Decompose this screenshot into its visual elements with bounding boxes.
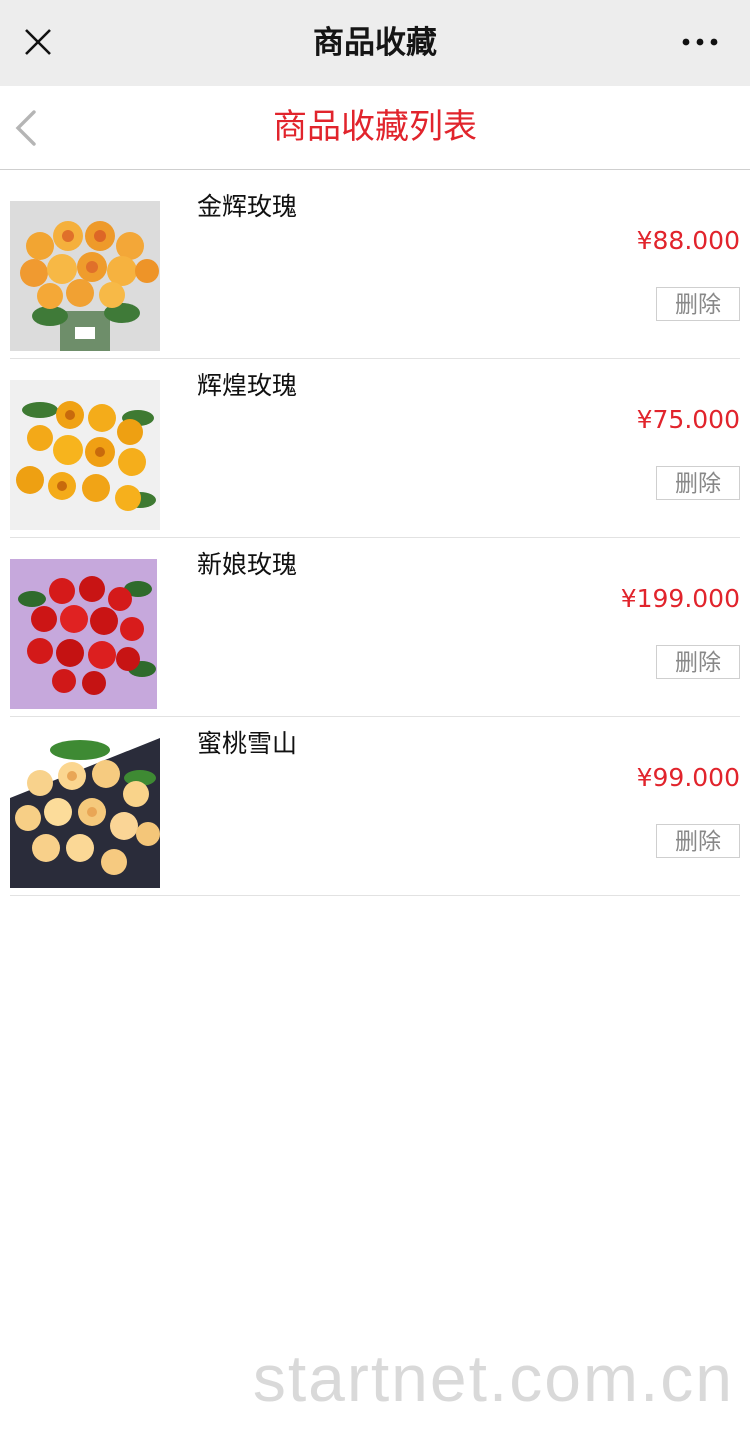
product-image[interactable] [10, 559, 160, 709]
product-image[interactable] [10, 380, 160, 530]
delete-button[interactable]: 删除 [656, 645, 740, 679]
list-item[interactable]: 新娘玫瑰 ¥199.000 删除 [10, 539, 740, 717]
favorites-list: 金辉玫瑰 ¥88.000 删除 辉煌玫瑰 ¥75.000 删除 新娘玫瑰 ¥19… [10, 181, 740, 897]
list-item[interactable]: 辉煌玫瑰 ¥75.000 删除 [10, 360, 740, 538]
more-icon[interactable] [680, 30, 720, 54]
list-item[interactable]: 蜜桃雪山 ¥99.000 删除 [10, 718, 740, 896]
product-price: ¥88.000 [636, 226, 740, 255]
page-header: 商品收藏列表 [0, 86, 750, 170]
page-title: 商品收藏列表 [273, 107, 477, 147]
topbar-title: 商品收藏 [313, 25, 437, 61]
product-name[interactable]: 蜜桃雪山 [197, 726, 297, 762]
product-name[interactable]: 金辉玫瑰 [197, 189, 297, 225]
product-name[interactable]: 辉煌玫瑰 [197, 368, 297, 404]
product-image[interactable] [10, 201, 160, 351]
delete-button[interactable]: 删除 [656, 824, 740, 858]
list-item[interactable]: 金辉玫瑰 ¥88.000 删除 [10, 181, 740, 359]
watermark: startnet.com.cn [252, 1341, 734, 1415]
product-price: ¥75.000 [636, 405, 740, 434]
product-image[interactable] [10, 738, 160, 888]
product-price: ¥199.000 [620, 584, 740, 613]
delete-button[interactable]: 删除 [656, 287, 740, 321]
product-name[interactable]: 新娘玫瑰 [197, 547, 297, 583]
delete-button[interactable]: 删除 [656, 466, 740, 500]
product-price: ¥99.000 [636, 763, 740, 792]
topbar: 商品收藏 [0, 0, 750, 86]
